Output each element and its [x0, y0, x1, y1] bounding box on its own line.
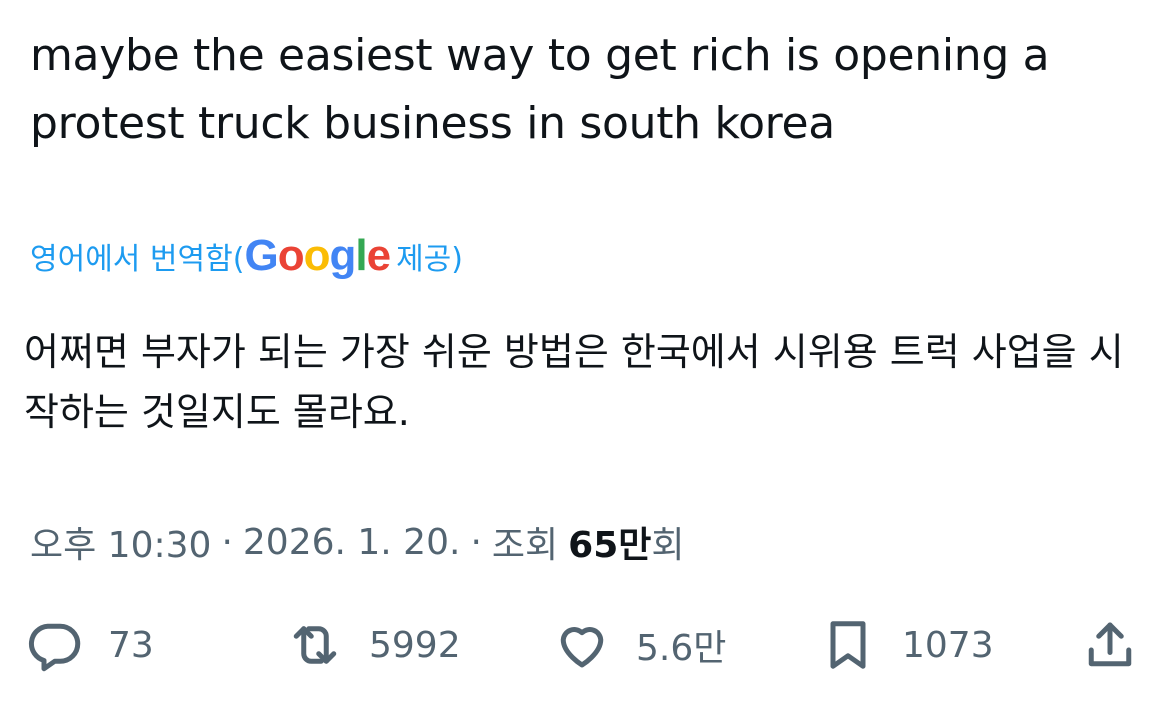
like-button[interactable]: 5.6만 — [552, 610, 726, 680]
translation-label: 영어에서 번역함( — [30, 242, 245, 277]
heart-icon — [560, 627, 604, 668]
tweet-actions: 73 5992 5.6만 1073 — [0, 610, 1170, 680]
separator: · — [470, 521, 482, 563]
translated-tweet-text: 어쩌면 부자가 되는 가장 쉬운 방법은 한국에서 시위용 트럭 사업을 시작하… — [24, 330, 1124, 434]
tweet-time[interactable]: 오후 10:30 — [30, 516, 211, 568]
google-logo-letter: g — [329, 231, 356, 280]
retweet-icon — [293, 626, 337, 664]
tweet-text: maybe the easiest way to get rich is ope… — [30, 30, 1050, 149]
google-logo-letter: o — [303, 231, 331, 280]
views-label: 조회 — [491, 525, 559, 566]
translation-attribution[interactable]: 영어에서 번역함( Google 제공) — [30, 226, 463, 286]
bookmark-icon — [830, 621, 866, 669]
google-logo-letter: o — [277, 231, 305, 280]
google-logo: Google — [244, 231, 392, 280]
retweet-button[interactable]: 5992 — [285, 610, 461, 680]
translation-provider-suffix: 제공) — [396, 242, 463, 277]
views-suffix: 회 — [651, 525, 685, 566]
tweet-metadata: 오후 10:30 · 2026. 1. 20. · 조회 65만 회 — [30, 512, 684, 572]
retweet-count: 5992 — [369, 624, 461, 666]
views-count[interactable]: 65만 — [568, 516, 651, 568]
google-logo-letter: e — [366, 231, 392, 280]
google-logo-letter: G — [244, 231, 278, 280]
reply-button[interactable]: 73 — [24, 610, 154, 680]
reply-icon — [29, 623, 81, 672]
tweet-date[interactable]: 2026. 1. 20. — [243, 522, 461, 563]
bookmark-count: 1073 — [902, 624, 994, 666]
share-button[interactable] — [1080, 610, 1140, 680]
google-logo-letter: l — [355, 231, 367, 280]
reply-count: 73 — [108, 624, 154, 666]
separator: · — [221, 521, 233, 563]
bookmark-button[interactable]: 1073 — [818, 610, 994, 680]
share-icon — [1088, 622, 1132, 667]
like-count: 5.6만 — [636, 628, 727, 669]
